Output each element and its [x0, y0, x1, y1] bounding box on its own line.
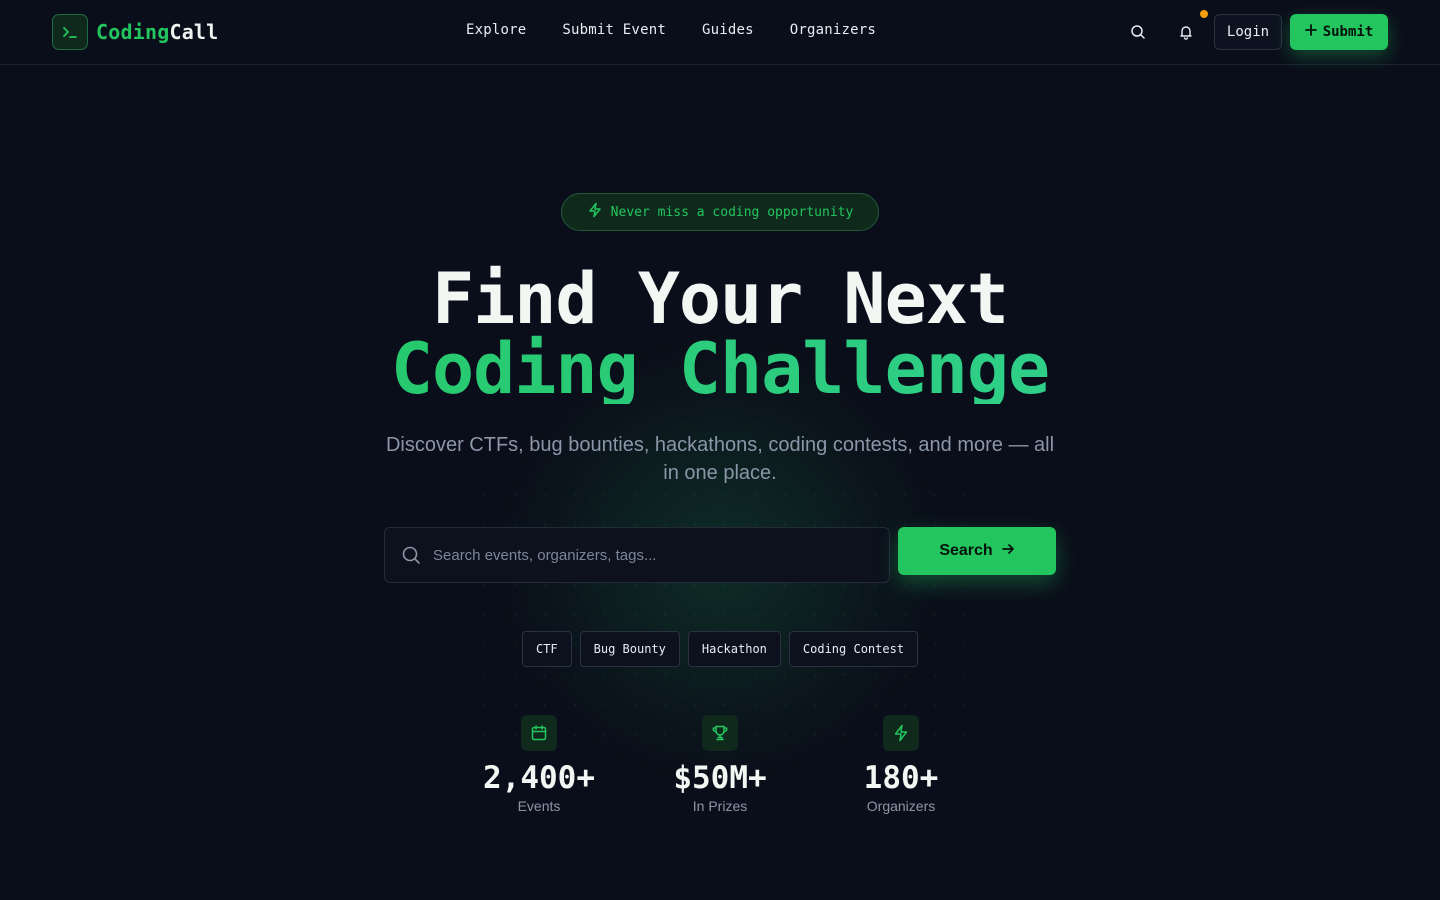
submit-button[interactable]: Submit [1290, 14, 1388, 50]
tag-ctf[interactable]: CTF [521, 631, 572, 667]
calendar-icon [521, 715, 557, 751]
stat-prizes: $50M+ In Prizes [630, 715, 810, 814]
hero-badge-text: Never miss a coding opportunity [610, 204, 854, 220]
search-input[interactable] [433, 546, 873, 564]
nav-submit-event[interactable]: Submit Event [562, 22, 666, 38]
hero-title-line1: Find Your Next [431, 258, 1009, 340]
stat-value: 2,400+ [483, 760, 595, 796]
nav-explore[interactable]: Explore [466, 22, 526, 38]
tag-bug-bounty[interactable]: Bug Bounty [579, 631, 680, 667]
stat-label: Events [517, 798, 561, 814]
stat-value: $50M+ [673, 760, 767, 796]
submit-button-label: Submit [1322, 24, 1374, 40]
arrow-right-icon [1001, 542, 1015, 561]
brand-logo[interactable]: CodingCall [52, 14, 218, 50]
stat-label: In Prizes [692, 798, 748, 814]
search-icon [401, 545, 421, 565]
background-grid [470, 480, 970, 750]
stat-value: 180+ [863, 760, 939, 796]
hero-badge: Never miss a coding opportunity [561, 193, 879, 231]
search-button[interactable]: Search [898, 527, 1056, 575]
search-bar [384, 527, 890, 583]
hero-subtitle: Discover CTFs, bug bounties, hackathons,… [385, 434, 1055, 484]
bolt-icon [883, 715, 919, 751]
stat-events: 2,400+ Events [449, 715, 629, 814]
category-tags: CTF Bug Bounty Hackathon Coding Contest [0, 631, 1440, 667]
bell-icon[interactable] [1170, 16, 1202, 48]
brand-name: CodingCall [96, 20, 218, 44]
top-navbar: CodingCall Explore Submit Event Guides O… [0, 0, 1440, 65]
plus-icon [1304, 24, 1317, 40]
notification-dot [1200, 10, 1208, 18]
terminal-icon [52, 14, 88, 50]
brand-name-part2: Call [169, 20, 219, 44]
main-nav: Explore Submit Event Guides Organizers [466, 22, 876, 38]
nav-organizers[interactable]: Organizers [790, 22, 876, 38]
nav-guides[interactable]: Guides [702, 22, 754, 38]
login-button[interactable]: Login [1214, 14, 1282, 50]
bolt-icon [587, 202, 603, 222]
tag-hackathon[interactable]: Hackathon [687, 631, 781, 667]
search-icon[interactable] [1122, 16, 1154, 48]
stat-organizers: 180+ Organizers [811, 715, 991, 814]
stat-label: Organizers [866, 798, 936, 814]
trophy-icon [702, 715, 738, 751]
tag-coding-contest[interactable]: Coding Contest [788, 631, 919, 667]
hero-title-line2: Coding Challenge [0, 334, 1440, 404]
brand-name-part1: Coding [96, 20, 170, 44]
search-button-label: Search [939, 542, 993, 559]
